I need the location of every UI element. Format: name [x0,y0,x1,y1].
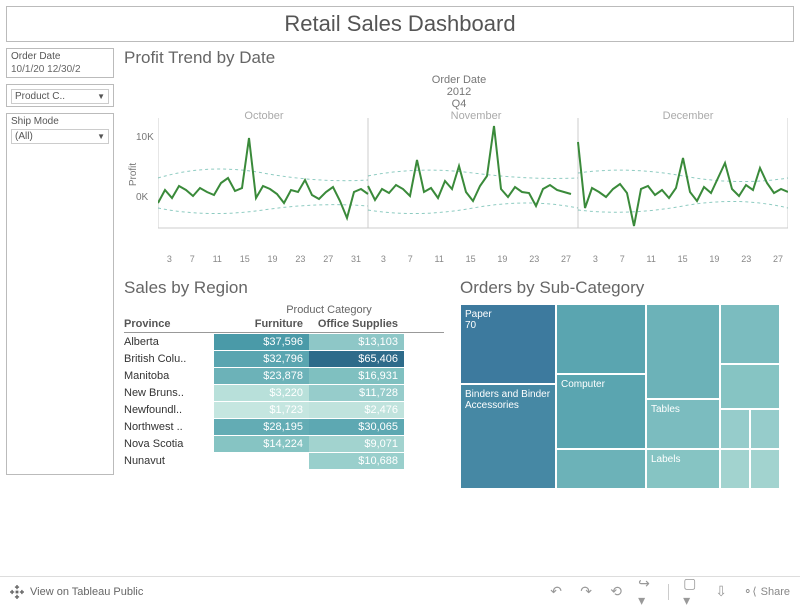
sales-region-table[interactable]: Product Category Province Furniture Offi… [124,304,444,469]
footer-toolbar: View on Tableau Public ↶ ↷ ⟲ ↪ ▾ ▢ ▾ ⇩ ⚬… [0,576,800,606]
chevron-down-icon: ▼ [97,92,105,101]
treemap-cell[interactable]: Binders and Binder Accessories [460,384,556,489]
treemap-cell[interactable] [750,449,780,489]
treemap-cell[interactable] [750,409,780,449]
filter-ship-mode[interactable]: Ship Mode (All) ▼ [6,113,114,475]
profit-trend-chart[interactable]: Order Date 2012 Q4 October November Dece… [124,74,794,264]
dashboard-title: Retail Sales Dashboard [6,6,794,42]
treemap-cell[interactable]: Paper70 [460,304,556,384]
treemap-cell[interactable]: Computer [556,374,646,449]
undo-icon[interactable]: ↶ [548,584,564,600]
y-axis-label: Profit [128,163,139,186]
filter-sidebar: Order Date 10/1/20 12/30/2 Product C.. ▼… [6,48,114,489]
presentation-icon[interactable]: ▢ ▾ [683,584,699,600]
share-icon: ⚬⟨ [743,585,757,598]
share-button[interactable]: ⚬⟨Share [743,585,790,598]
table-row[interactable]: Northwest ..$28,195$30,065 [124,418,444,435]
treemap-cell[interactable] [720,449,750,489]
treemap-cell[interactable]: Labels [646,449,720,489]
table-row[interactable]: Alberta$37,596$13,103 [124,333,444,350]
treemap-cell[interactable] [720,364,780,409]
view-on-public-link[interactable]: View on Tableau Public [30,586,143,598]
table-row[interactable]: Manitoba$23,878$16,931 [124,367,444,384]
orders-treemap[interactable]: Paper70Binders and Binder AccessoriesCom… [460,304,780,489]
table-row[interactable]: Nova Scotia$14,224$9,071 [124,435,444,452]
treemap-cell[interactable] [556,304,646,374]
filter-product-category[interactable]: Product C.. ▼ [6,84,114,107]
chevron-down-icon: ▼ [97,132,105,141]
filter-label: Order Date [11,51,109,62]
table-row[interactable]: New Bruns..$3,220$11,728 [124,384,444,401]
orders-subcat-title: Orders by Sub-Category [460,278,794,298]
redo-icon[interactable]: ↷ [578,584,594,600]
treemap-cell[interactable] [720,304,780,364]
filter-order-date[interactable]: Order Date 10/1/20 12/30/2 [6,48,114,78]
table-row[interactable]: Nunavut$10,688 [124,452,444,469]
treemap-cell[interactable] [646,304,720,399]
download-icon[interactable]: ⇩ [713,584,729,600]
treemap-cell[interactable] [556,449,646,489]
table-row[interactable]: Newfoundl..$1,723$2,476 [124,401,444,418]
treemap-cell[interactable] [720,409,750,449]
reset-icon[interactable]: ⟲ [608,584,624,600]
forward-icon[interactable]: ↪ ▾ [638,584,654,600]
profit-trend-title: Profit Trend by Date [124,48,794,68]
treemap-cell[interactable]: Tables [646,399,720,449]
sales-region-title: Sales by Region [124,278,444,298]
table-row[interactable]: British Colu..$32,796$65,406 [124,350,444,367]
tableau-logo-icon [10,585,24,599]
